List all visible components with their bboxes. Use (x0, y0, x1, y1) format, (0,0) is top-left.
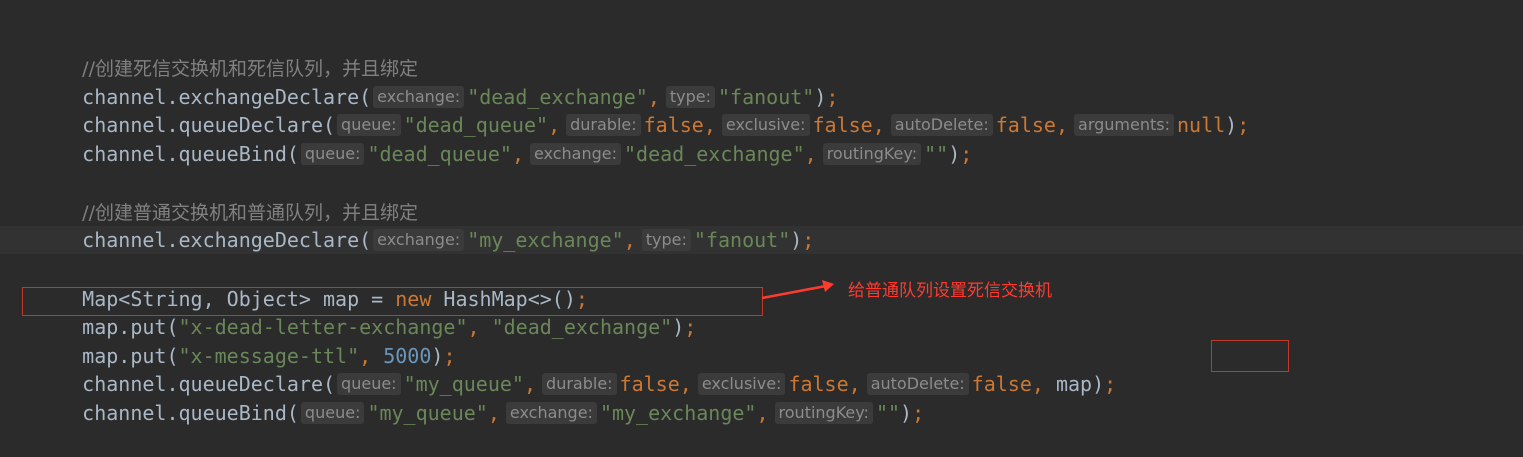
param-hint: routingKey: (822, 143, 922, 165)
keyword-literal: null (1176, 113, 1226, 137)
string-literal: "" (924, 142, 949, 166)
code-line-exchange-declare-dead[interactable]: channel.exchangeDeclare(exchange: "dead_e… (34, 54, 838, 109)
code-line-queue-declare-dead[interactable]: channel.queueDeclare(queue: "dead_queue",… (34, 82, 1249, 137)
keyword-literal: false (971, 372, 1032, 396)
param-hint: queue: (300, 143, 365, 165)
string-literal: "" (875, 401, 901, 425)
method-call: channel.exchangeDeclare( (82, 228, 372, 252)
code-line-map-declaration[interactable]: Map<String, Object> map = new HashMap<>(… (34, 256, 588, 311)
highlight-box-dead-letter-line (22, 287, 763, 316)
string-literal: "my_exchange" (467, 228, 624, 252)
annotation-text: 给普通队列设置死信交换机 (848, 281, 1052, 301)
keyword-literal: false (995, 113, 1056, 137)
param-hint: exchange: (373, 229, 465, 251)
code-line-queue-bind-dead[interactable]: channel.queueBind(queue: "dead_queue", exc… (34, 111, 972, 166)
code-line-queue-declare-my[interactable]: channel.queueDeclare(queue: "my_queue", du… (34, 341, 1116, 396)
string-literal: "dead_exchange" (624, 142, 805, 166)
string-literal: "my_queue" (367, 401, 488, 425)
param-hint: exchange: (529, 143, 622, 165)
param-hint: type: (641, 229, 691, 251)
string-literal: "my_exchange" (599, 401, 757, 425)
param-hint: arguments: (1074, 114, 1174, 136)
arrow-icon (761, 280, 834, 300)
string-literal: "dead_exchange" (491, 315, 673, 339)
string-literal: "dead_queue" (367, 142, 512, 166)
code-line-comment-normal[interactable]: //创建普通交换机和普通队列，并且绑定 (34, 169, 418, 224)
code-line-queue-bind-my[interactable]: channel.queueBind(queue: "my_queue", excha… (34, 370, 924, 425)
highlight-box-map-argument (1211, 340, 1289, 372)
code-line-exchange-declare-my[interactable]: channel.exchangeDeclare(exchange: "my_exc… (34, 197, 814, 252)
code-editor[interactable]: //创建死信交换机和死信队列，并且绑定 channel.exchangeDecl… (0, 0, 1523, 425)
code-line-put-message-ttl[interactable]: map.put("x-message-ttl", 5000); (34, 313, 455, 368)
method-call: channel.queueBind( (82, 142, 299, 166)
argument-map: map (1043, 372, 1093, 396)
string-literal: "fanout" (693, 228, 791, 252)
method-call: channel.queueBind( (82, 401, 299, 425)
code-line-comment-dead[interactable]: //创建死信交换机和死信队列，并且绑定 (34, 25, 418, 80)
